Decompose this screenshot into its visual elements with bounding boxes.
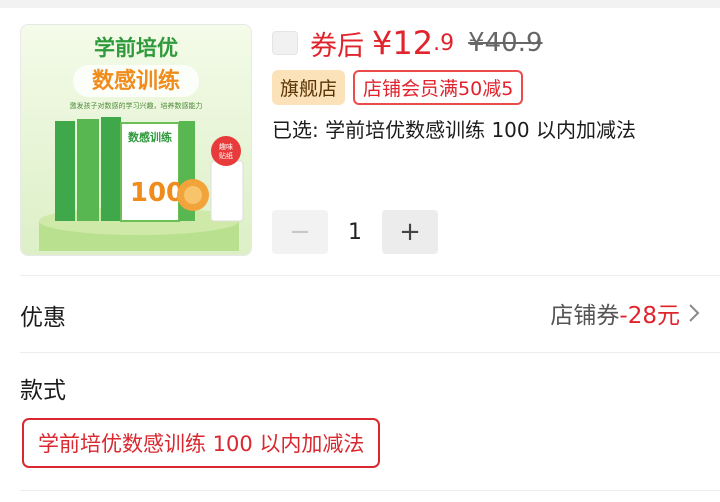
increase-quantity-button[interactable]: + — [382, 210, 438, 254]
price-currency: ¥ — [372, 24, 393, 62]
quantity-value[interactable]: 1 — [328, 220, 382, 245]
style-label: 款式 — [20, 378, 66, 404]
offers-row[interactable]: 店铺券 -28元 — [550, 296, 700, 330]
decrease-quantity-button[interactable]: − — [272, 210, 328, 254]
divider — [20, 352, 720, 353]
original-price: ¥40.9 — [468, 28, 543, 58]
style-option-chip[interactable]: 学前培优数感训练 100 以内加减法 — [22, 418, 381, 468]
price-row: 券后 ¥ 12 .9 ¥40.9 — [272, 20, 543, 66]
thumb-badge-line2: 贴纸 — [219, 151, 233, 160]
product-thumbnail-graphic: 学前培优 数感训练 激发孩子对数感的学习兴趣，培养数感能力 数感训练 100 趣… — [21, 25, 251, 255]
tag-row: 旗舰店 店铺会员满50减5 — [272, 70, 524, 105]
divider — [20, 490, 720, 491]
selected-variant-text: 已选: 学前培优数感训练 100 以内加减法 — [272, 118, 636, 142]
thumb-book-title: 数感训练 — [128, 130, 172, 144]
thumb-badge-line1: 趣味 — [219, 142, 233, 151]
coupon-icon — [272, 31, 298, 55]
quantity-stepper: − 1 + — [272, 210, 438, 254]
store-coupon-amount: -28元 — [619, 303, 680, 329]
after-coupon-label: 券后 — [310, 30, 364, 62]
product-thumbnail[interactable]: 学前培优 数感训练 激发孩子对数感的学习兴趣，培养数感能力 数感训练 100 趣… — [20, 24, 252, 256]
minus-icon: − — [289, 217, 311, 247]
plus-icon: + — [399, 217, 421, 247]
member-discount-tag: 店铺会员满50减5 — [353, 70, 524, 105]
divider — [20, 275, 720, 276]
flagship-store-tag: 旗舰店 — [272, 70, 346, 105]
price-decimal: .9 — [433, 30, 455, 56]
thumb-title-line1: 学前培优 — [94, 36, 178, 60]
thumb-subtitle: 激发孩子对数感的学习兴趣，培养数感能力 — [70, 101, 203, 110]
chevron-right-icon — [689, 304, 700, 322]
thumb-title-line2: 数感训练 — [92, 68, 180, 94]
offers-label: 优惠 — [20, 305, 66, 331]
price-integer: 12 — [392, 24, 434, 62]
top-strip — [0, 0, 720, 8]
thumb-book-number: 100 — [130, 178, 184, 208]
store-coupon-label: 店铺券 — [550, 303, 620, 329]
